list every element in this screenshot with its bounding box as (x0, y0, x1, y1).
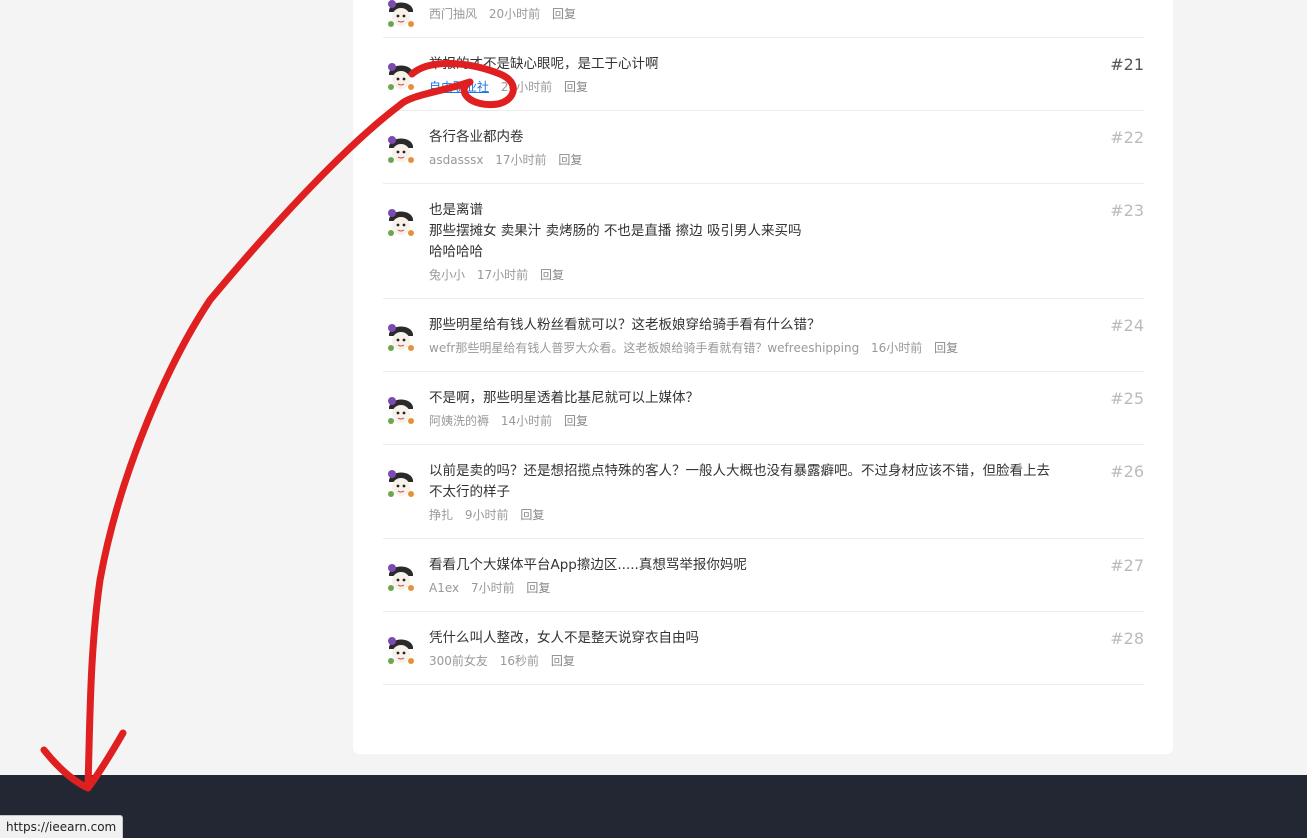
comment-text: 那些摆摊女 卖果汁 卖烤肠的 不也是直播 擦边 吸引男人来买吗 (429, 223, 802, 239)
reply-button[interactable]: 回复 (526, 581, 550, 595)
comment-author[interactable]: 阿姨洗的褥 (429, 414, 489, 428)
cartoon-avatar-icon (383, 205, 419, 241)
comment-meta: 挣扎 9小时前 回复 (429, 506, 1064, 524)
floor-number: #23 (1110, 201, 1144, 220)
comment-author[interactable]: 挣扎 (429, 508, 453, 522)
comment-text: 那些明星给有钱人粉丝看就可以？这老板娘穿给骑手看有什么错？ (429, 317, 821, 333)
avatar[interactable] (383, 466, 419, 502)
avatar[interactable] (383, 59, 419, 95)
comment-meta: 西门抽风 20小时前 回复 (429, 5, 1064, 23)
comment-meta: A1ex 7小时前 回复 (429, 579, 1064, 597)
reply-button[interactable]: 回复 (552, 7, 576, 21)
comment-meta: 兔小小 17小时前 回复 (429, 266, 1064, 284)
avatar[interactable] (383, 0, 419, 32)
comment-item: 举报的才不是缺心眼呢，是工于心计啊 自由职业社 20小时前 回复 #21 (383, 38, 1144, 111)
comment-author[interactable]: 西门抽风 (429, 7, 477, 21)
comment-item: 各行各业都内卷 asdasssx 17小时前 回复 #22 (383, 111, 1144, 184)
comment-item: 不是啊，那些明星透着比基尼就可以上媒体？ 阿姨洗的褥 14小时前 回复 #25 (383, 372, 1144, 445)
comment-meta: 300前女友 16秒前 回复 (429, 652, 1064, 670)
comment-author[interactable]: asdasssx (429, 153, 483, 167)
reply-button[interactable]: 回复 (564, 414, 588, 428)
page: 西门抽风 20小时前 回复 举报的才不是缺心眼呢，是工于心计啊 自由职业社 20… (0, 0, 1307, 838)
reply-button[interactable]: 回复 (934, 341, 958, 355)
reply-button[interactable]: 回复 (558, 153, 582, 167)
comment-text: 各行各业都内卷 (429, 129, 524, 145)
status-bar-url: https://ieearn.com (0, 815, 124, 838)
reply-button[interactable]: 回复 (540, 268, 564, 282)
floor-number: #27 (1110, 556, 1144, 575)
cartoon-avatar-icon (383, 393, 419, 429)
comment-time: 20小时前 (488, 7, 541, 21)
cartoon-avatar-icon (383, 466, 419, 502)
comment-meta: asdasssx 17小时前 回复 (429, 151, 1064, 169)
floor-number: #21 (1110, 55, 1144, 74)
avatar[interactable] (383, 205, 419, 241)
comment-text: 也是离谱 (429, 202, 483, 218)
comment-author[interactable]: 兔小小 (429, 268, 465, 282)
comment-text: 不是啊，那些明星透着比基尼就可以上媒体？ (429, 390, 699, 406)
floor-number: #24 (1110, 316, 1144, 335)
comment-author[interactable]: 300前女友 (429, 654, 488, 668)
avatar[interactable] (383, 633, 419, 669)
floor-number: #28 (1110, 629, 1144, 648)
comment-item: 以前是卖的吗？还是想招揽点特殊的客人？一般人大概也没有暴露癖吧。不过身材应该不错… (383, 445, 1144, 539)
comment-text: 举报的才不是缺心眼呢，是工于心计啊 (429, 56, 659, 72)
comment-time: 16秒前 (499, 654, 540, 668)
cartoon-avatar-icon (383, 633, 419, 669)
comment-meta: 自由职业社 20小时前 回复 (429, 78, 1064, 96)
comment-text: 不太行的样子 (429, 484, 510, 500)
site-footer (0, 775, 1307, 838)
floor-number: #25 (1110, 389, 1144, 408)
comment-text: 看看几个大媒体平台App擦边区.....真想骂举报你妈呢 (429, 557, 747, 573)
comment-time: 14小时前 (500, 414, 553, 428)
avatar[interactable] (383, 560, 419, 596)
comment-meta: wefr那些明星给有钱人普罗大众看。这老板娘给骑手看就有错？wefreeship… (429, 339, 1064, 357)
reply-button[interactable]: 回复 (551, 654, 575, 668)
comment-time: 17小时前 (495, 153, 547, 167)
comment-text: 以前是卖的吗？还是想招揽点特殊的客人？一般人大概也没有暴露癖吧。不过身材应该不错… (429, 463, 1050, 479)
comment-time: 9小时前 (464, 508, 509, 522)
comment-text: 凭什么叫人整改，女人不是整天说穿衣自由吗 (429, 630, 699, 646)
comment-author[interactable]: wefr那些明星给有钱人普罗大众看。这老板娘给骑手看就有错？wefreeship… (429, 341, 859, 355)
cartoon-avatar-icon (383, 320, 419, 356)
comment-author[interactable]: A1ex (429, 581, 459, 595)
comment-text: 哈哈哈哈 (429, 244, 483, 260)
comment-item: 那些明星给有钱人粉丝看就可以？这老板娘穿给骑手看有什么错？ wefr那些明星给有… (383, 299, 1144, 372)
reply-button[interactable]: 回复 (520, 508, 544, 522)
floor-number: #22 (1110, 128, 1144, 147)
cartoon-avatar-icon (383, 0, 419, 32)
comment-author-link[interactable]: 自由职业社 (429, 80, 489, 94)
comment-meta: 阿姨洗的褥 14小时前 回复 (429, 412, 1064, 430)
reply-button[interactable]: 回复 (564, 80, 588, 94)
comment-item: 也是离谱 那些摆摊女 卖果汁 卖烤肠的 不也是直播 擦边 吸引男人来买吗 哈哈哈… (383, 184, 1144, 299)
avatar[interactable] (383, 132, 419, 168)
cartoon-avatar-icon (383, 59, 419, 95)
comment-time: 20小时前 (500, 80, 553, 94)
floor-number: #26 (1110, 462, 1144, 481)
comment-item: 凭什么叫人整改，女人不是整天说穿衣自由吗 300前女友 16秒前 回复 #28 (383, 612, 1144, 685)
comment-item: 西门抽风 20小时前 回复 (383, 0, 1144, 38)
cartoon-avatar-icon (383, 560, 419, 596)
comment-item: 看看几个大媒体平台App擦边区.....真想骂举报你妈呢 A1ex 7小时前 回… (383, 539, 1144, 612)
comment-time: 16小时前 (871, 341, 923, 355)
avatar[interactable] (383, 393, 419, 429)
comment-time: 17小时前 (476, 268, 529, 282)
cartoon-avatar-icon (383, 132, 419, 168)
comment-time: 7小时前 (470, 581, 515, 595)
avatar[interactable] (383, 320, 419, 356)
